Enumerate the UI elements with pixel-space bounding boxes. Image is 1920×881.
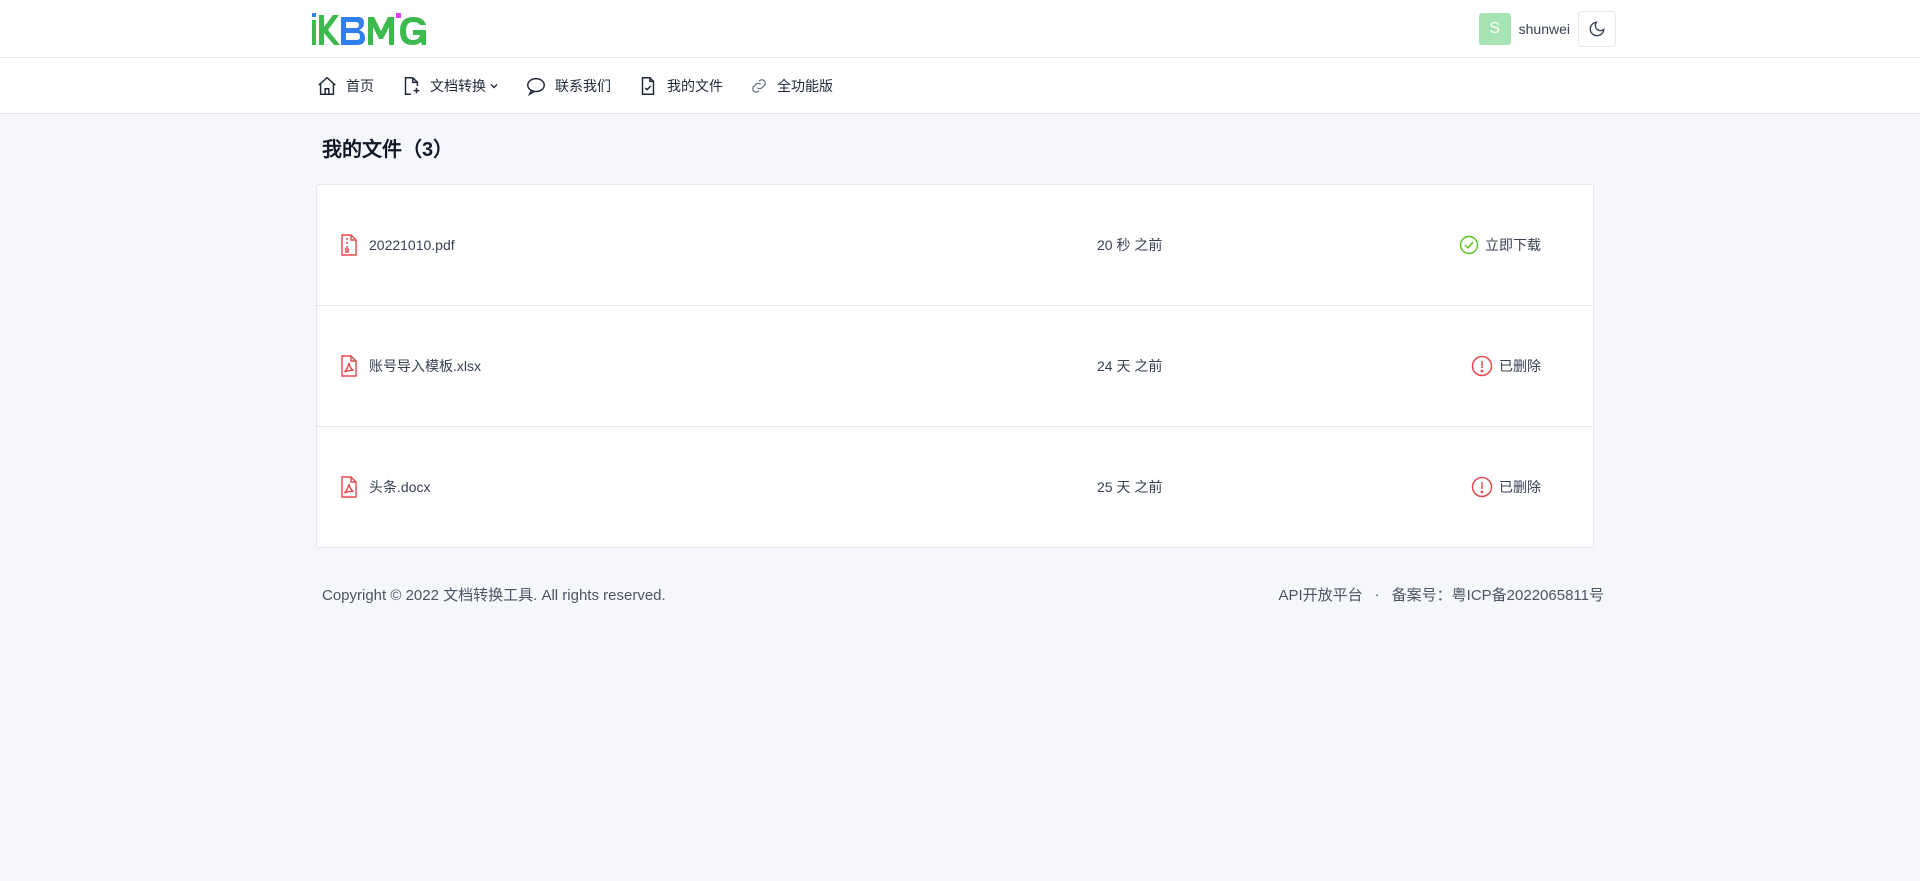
icp-link[interactable]: 备案号：粤ICP备2022065811号 (1392, 584, 1604, 605)
main-nav: 首页 文档转换 联系我们 我的文件 全功能版 (316, 58, 859, 114)
theme-toggle-button[interactable] (1578, 11, 1616, 47)
file-list: 20221010.pdf 20 秒 之前 立即下载 账号导入模板.xlsx 24… (316, 184, 1594, 548)
top-bar: S shunwei (0, 0, 1920, 58)
nav-bar: 首页 文档转换 联系我们 我的文件 全功能版 (0, 58, 1920, 114)
page-title: 我的文件（3） (322, 139, 454, 161)
table-row: 20221010.pdf 20 秒 之前 立即下载 (317, 185, 1593, 306)
copyright: Copyright © 2022 文档转换工具. All rights rese… (322, 587, 666, 604)
separator: · (1374, 586, 1380, 603)
chevron-down-icon (490, 84, 498, 89)
nav-item-my-files[interactable]: 我的文件 (637, 58, 723, 114)
site-logo[interactable] (310, 11, 428, 47)
table-row: 头条.docx 25 天 之前 已删除 (317, 427, 1593, 547)
footer-links: API开放平台 · 备案号：粤ICP备2022065811号 (1278, 584, 1604, 605)
file-zip-icon (341, 234, 357, 256)
file-name[interactable]: 账号导入模板.xlsx (369, 356, 481, 376)
file-name[interactable]: 20221010.pdf (369, 237, 455, 253)
nav-label: 全功能版 (777, 78, 833, 94)
table-row: 账号导入模板.xlsx 24 天 之前 已删除 (317, 306, 1593, 427)
info-circle-icon (1471, 355, 1493, 377)
status-badge: 已删除 (1471, 476, 1541, 498)
info-circle-icon (1471, 476, 1493, 498)
file-pdf-icon (341, 355, 357, 377)
home-icon (318, 76, 336, 95)
file-convert-icon (404, 77, 420, 95)
nav-item-contact[interactable]: 联系我们 (525, 58, 611, 114)
file-time: 24 天 之前 (1097, 358, 1163, 374)
username[interactable]: shunwei (1519, 21, 1570, 37)
check-circle-icon (1459, 235, 1479, 255)
nav-label: 首页 (346, 78, 374, 94)
footer: Copyright © 2022 文档转换工具. All rights rese… (316, 584, 1604, 605)
nav-item-convert[interactable]: 文档转换 (400, 58, 499, 114)
status-label: 立即下载 (1485, 237, 1541, 253)
status-label: 已删除 (1499, 358, 1541, 374)
nav-label: 联系我们 (555, 78, 611, 94)
file-time: 25 天 之前 (1097, 479, 1163, 495)
user-area: S shunwei (1478, 11, 1616, 47)
nav-item-full-version[interactable]: 全功能版 (749, 58, 833, 114)
link-icon (752, 79, 766, 93)
avatar[interactable]: S (1478, 13, 1511, 45)
main-content: 我的文件（3） 20221010.pdf 20 秒 之前 立即下载 账号导入模板… (316, 114, 1604, 548)
file-check-icon (641, 77, 655, 95)
api-platform-link[interactable]: API开放平台 (1278, 584, 1362, 605)
logo-mark (312, 13, 426, 45)
file-pdf-icon (341, 476, 357, 498)
nav-label: 文档转换 (430, 78, 486, 94)
nav-label: 我的文件 (667, 78, 723, 94)
status-label: 已删除 (1499, 479, 1541, 495)
nav-item-home[interactable]: 首页 (316, 58, 374, 114)
status-badge: 已删除 (1471, 355, 1541, 377)
file-time: 20 秒 之前 (1097, 237, 1163, 253)
download-button[interactable]: 立即下载 (1459, 235, 1541, 255)
chat-icon (527, 77, 545, 97)
moon-icon (1589, 21, 1605, 37)
file-name[interactable]: 头条.docx (369, 477, 430, 497)
